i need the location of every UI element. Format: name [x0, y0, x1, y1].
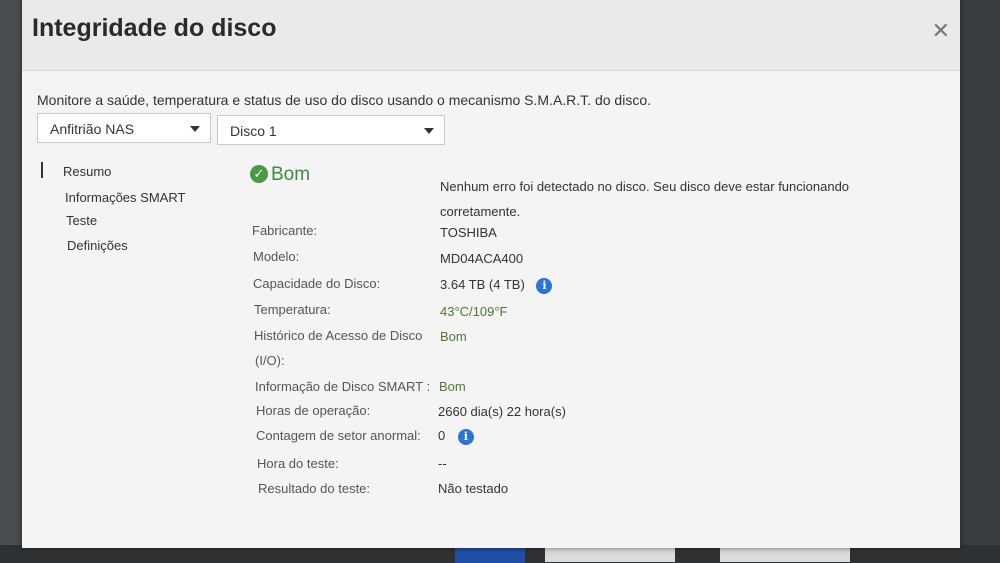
- test-result-label: Resultado do teste:: [258, 481, 371, 496]
- host-select-value: Anfitrião NAS: [50, 121, 135, 137]
- abnormal-sectors-text: 0: [438, 428, 446, 443]
- chevron-down-icon: [424, 128, 434, 134]
- capacity-label: Capacidade do Disco:: [253, 276, 381, 291]
- operating-hours-value: 2660 dia(s) 22 hora(s): [438, 404, 566, 419]
- access-history-label-line2: (I/O):: [255, 353, 285, 368]
- info-icon[interactable]: i: [457, 429, 474, 445]
- test-time-label: Hora do teste:: [257, 456, 339, 471]
- access-history-value: Bom: [440, 329, 467, 344]
- status-text: Bom: [271, 164, 311, 185]
- status-badge: ✓ Bom: [250, 164, 310, 186]
- manufacturer-value: TOSHIBA: [440, 225, 497, 240]
- nav-item-smart-info[interactable]: Informações SMART: [65, 190, 185, 205]
- nav-item-definicoes[interactable]: Definições: [67, 238, 128, 253]
- dialog-description: Monitore a saúde, temperatura e status d…: [37, 92, 651, 108]
- background-window: [958, 0, 1000, 563]
- capacity-value: 3.64 TB (4 TB) i: [440, 277, 553, 294]
- nav-item-resumo[interactable]: Resumo: [63, 164, 111, 179]
- abnormal-sectors-label: Contagem de setor anormal:: [256, 428, 421, 443]
- capacity-text: 3.64 TB (4 TB): [440, 277, 525, 292]
- nav-item-teste[interactable]: Teste: [66, 213, 97, 228]
- temperature-value: 43°C/109°F: [440, 304, 508, 319]
- access-history-label-line1: Histórico de Acesso de Disco: [254, 328, 423, 343]
- disk-select[interactable]: Disco 1: [217, 115, 445, 145]
- host-select[interactable]: Anfitrião NAS: [37, 113, 211, 143]
- title-bar: Integridade do disco ✕: [22, 0, 960, 71]
- temperature-label: Temperatura:: [254, 302, 331, 317]
- status-message: Nenhum erro foi detectado no disco. Seu …: [440, 179, 850, 219]
- test-result-value: Não testado: [438, 481, 509, 496]
- disk-select-value: Disco 1: [230, 123, 277, 139]
- manufacturer-label: Fabricante:: [252, 223, 318, 238]
- model-label: Modelo:: [253, 249, 300, 264]
- model-value: MD04ACA400: [440, 251, 524, 266]
- disk-health-dialog: Integridade do disco ✕ Monitore a saúde,…: [22, 0, 960, 548]
- test-time-value: --: [438, 456, 447, 471]
- operating-hours-label: Horas de operação:: [256, 403, 371, 418]
- background-field: [720, 546, 850, 562]
- close-icon[interactable]: ✕: [932, 20, 950, 42]
- info-icon[interactable]: i: [536, 278, 553, 294]
- abnormal-sectors-value: 0 i: [438, 428, 474, 445]
- smart-info-label: Informação de Disco SMART :: [255, 379, 431, 394]
- check-circle-icon: ✓: [250, 165, 268, 183]
- background-field: [545, 546, 675, 562]
- dialog-title: Integridade do disco: [32, 14, 277, 42]
- smart-info-value: Bom: [439, 379, 466, 394]
- chevron-down-icon: [190, 126, 200, 132]
- nav-selected-indicator: [41, 162, 43, 178]
